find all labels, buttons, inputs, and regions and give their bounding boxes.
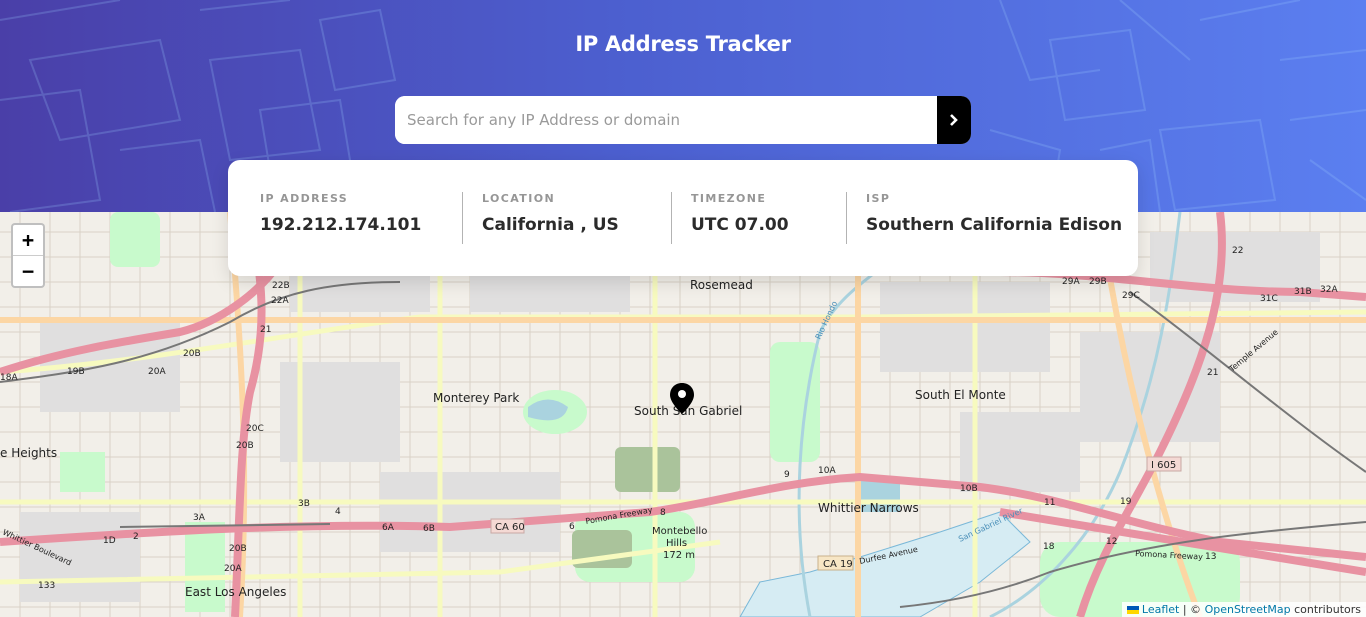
exit-label: 6A (382, 523, 395, 533)
road-shield-ca60: CA 60 (490, 518, 525, 534)
ukraine-flag-icon (1126, 606, 1139, 614)
exit-label: 32A (1320, 285, 1338, 295)
isp-cell: ISP Southern California Edison (866, 192, 1122, 235)
ip-address-value: 192.212.174.101 (260, 215, 422, 235)
exit-label: 20B (229, 544, 247, 554)
search-input[interactable] (395, 96, 937, 144)
exit-label: 18 (1043, 542, 1055, 552)
exit-label: 3B (298, 499, 310, 509)
exit-label: 21 (260, 325, 271, 335)
exit-label: 20A (224, 564, 242, 574)
exit-label: 20A (148, 367, 166, 377)
leaflet-link[interactable]: Leaflet (1142, 603, 1179, 616)
place-label-montebello-elevation: 172 m (663, 550, 695, 561)
zoom-in-button[interactable]: + (13, 225, 43, 256)
exit-label: 22 (1232, 246, 1243, 256)
exit-label: 12 (1106, 537, 1117, 547)
divider (462, 192, 463, 244)
zoom-control: + − (11, 223, 45, 288)
place-label-montebello-hills: Montebello (652, 526, 707, 537)
exit-label: 20C (246, 424, 264, 434)
attribution-contributors: contributors (1294, 603, 1361, 616)
exit-label: 133 (38, 581, 55, 591)
exit-label: 4 (335, 507, 341, 517)
exit-label: 8 (660, 508, 666, 518)
road-shield-ca19: CA 19 (817, 555, 854, 571)
exit-label: 10B (960, 484, 978, 494)
exit-label: 31C (1260, 294, 1278, 304)
exit-label: 9 (784, 470, 790, 480)
isp-value: Southern California Edison (866, 215, 1123, 235)
exit-label: 29A (1062, 277, 1080, 287)
place-label-rosemead: Rosemead (690, 278, 753, 292)
exit-label: 22A (271, 296, 289, 306)
road-shield-ca60-text: CA 60 (495, 522, 525, 533)
exit-label: 29C (1122, 291, 1140, 301)
ip-address-label: IP ADDRESS (260, 192, 349, 205)
location-cell: LOCATION California , US (482, 192, 619, 235)
place-label-heights: e Heights (0, 446, 57, 460)
exit-label: 20B (236, 441, 254, 451)
exit-label: 29B (1089, 277, 1107, 287)
exit-label: 21 (1207, 368, 1218, 378)
exit-label: 31B (1294, 287, 1312, 297)
timezone-label: TIMEZONE (691, 192, 767, 205)
location-label: LOCATION (482, 192, 556, 205)
divider (846, 192, 847, 244)
place-label-monterey-park: Monterey Park (433, 391, 519, 405)
search-submit-button[interactable] (937, 96, 971, 144)
road-shield-i605-text: I 605 (1151, 460, 1176, 471)
chevron-right-icon (950, 114, 958, 126)
exit-label: 19B (67, 367, 85, 377)
ip-info-card: IP ADDRESS 192.212.174.101 LOCATION Cali… (228, 160, 1138, 276)
place-label-montebello-hills-2: Hills (666, 538, 687, 549)
divider (671, 192, 672, 244)
page-title: IP Address Tracker (575, 32, 791, 56)
timezone-cell: TIMEZONE UTC 07.00 (691, 192, 789, 235)
exit-label: 3A (193, 513, 206, 523)
place-label-east-los-angeles: East Los Angeles (185, 585, 286, 599)
exit-label: 19 (1120, 497, 1132, 507)
zoom-out-button[interactable]: − (13, 256, 43, 286)
attribution-separator: | © (1182, 603, 1202, 616)
place-label-south-el-monte: South El Monte (915, 388, 1006, 402)
map-attribution: Leaflet | © OpenStreetMap contributors (1121, 602, 1366, 617)
exit-label: 11 (1044, 498, 1055, 508)
location-value: California , US (482, 215, 619, 235)
exit-label: 13 (1205, 552, 1216, 562)
exit-label: 1D (103, 536, 116, 546)
search-bar (395, 96, 971, 144)
exit-label: 2 (133, 532, 139, 542)
exit-label: 10A (818, 466, 836, 476)
exit-label: 6B (423, 524, 435, 534)
isp-label: ISP (866, 192, 891, 205)
place-label-whittier-narrows: Whittier Narrows (818, 501, 919, 515)
exit-label: 6 (569, 522, 575, 532)
ip-address-cell: IP ADDRESS 192.212.174.101 (260, 192, 421, 235)
road-shield-ca19-text: CA 19 (823, 559, 853, 570)
openstreetmap-link[interactable]: OpenStreetMap (1205, 603, 1291, 616)
exit-label: 20B (183, 349, 201, 359)
exit-label: 18A (0, 373, 18, 383)
exit-label: 22B (272, 281, 290, 291)
timezone-value: UTC 07.00 (691, 215, 789, 235)
road-shield-i605: I 605 (1146, 456, 1182, 472)
